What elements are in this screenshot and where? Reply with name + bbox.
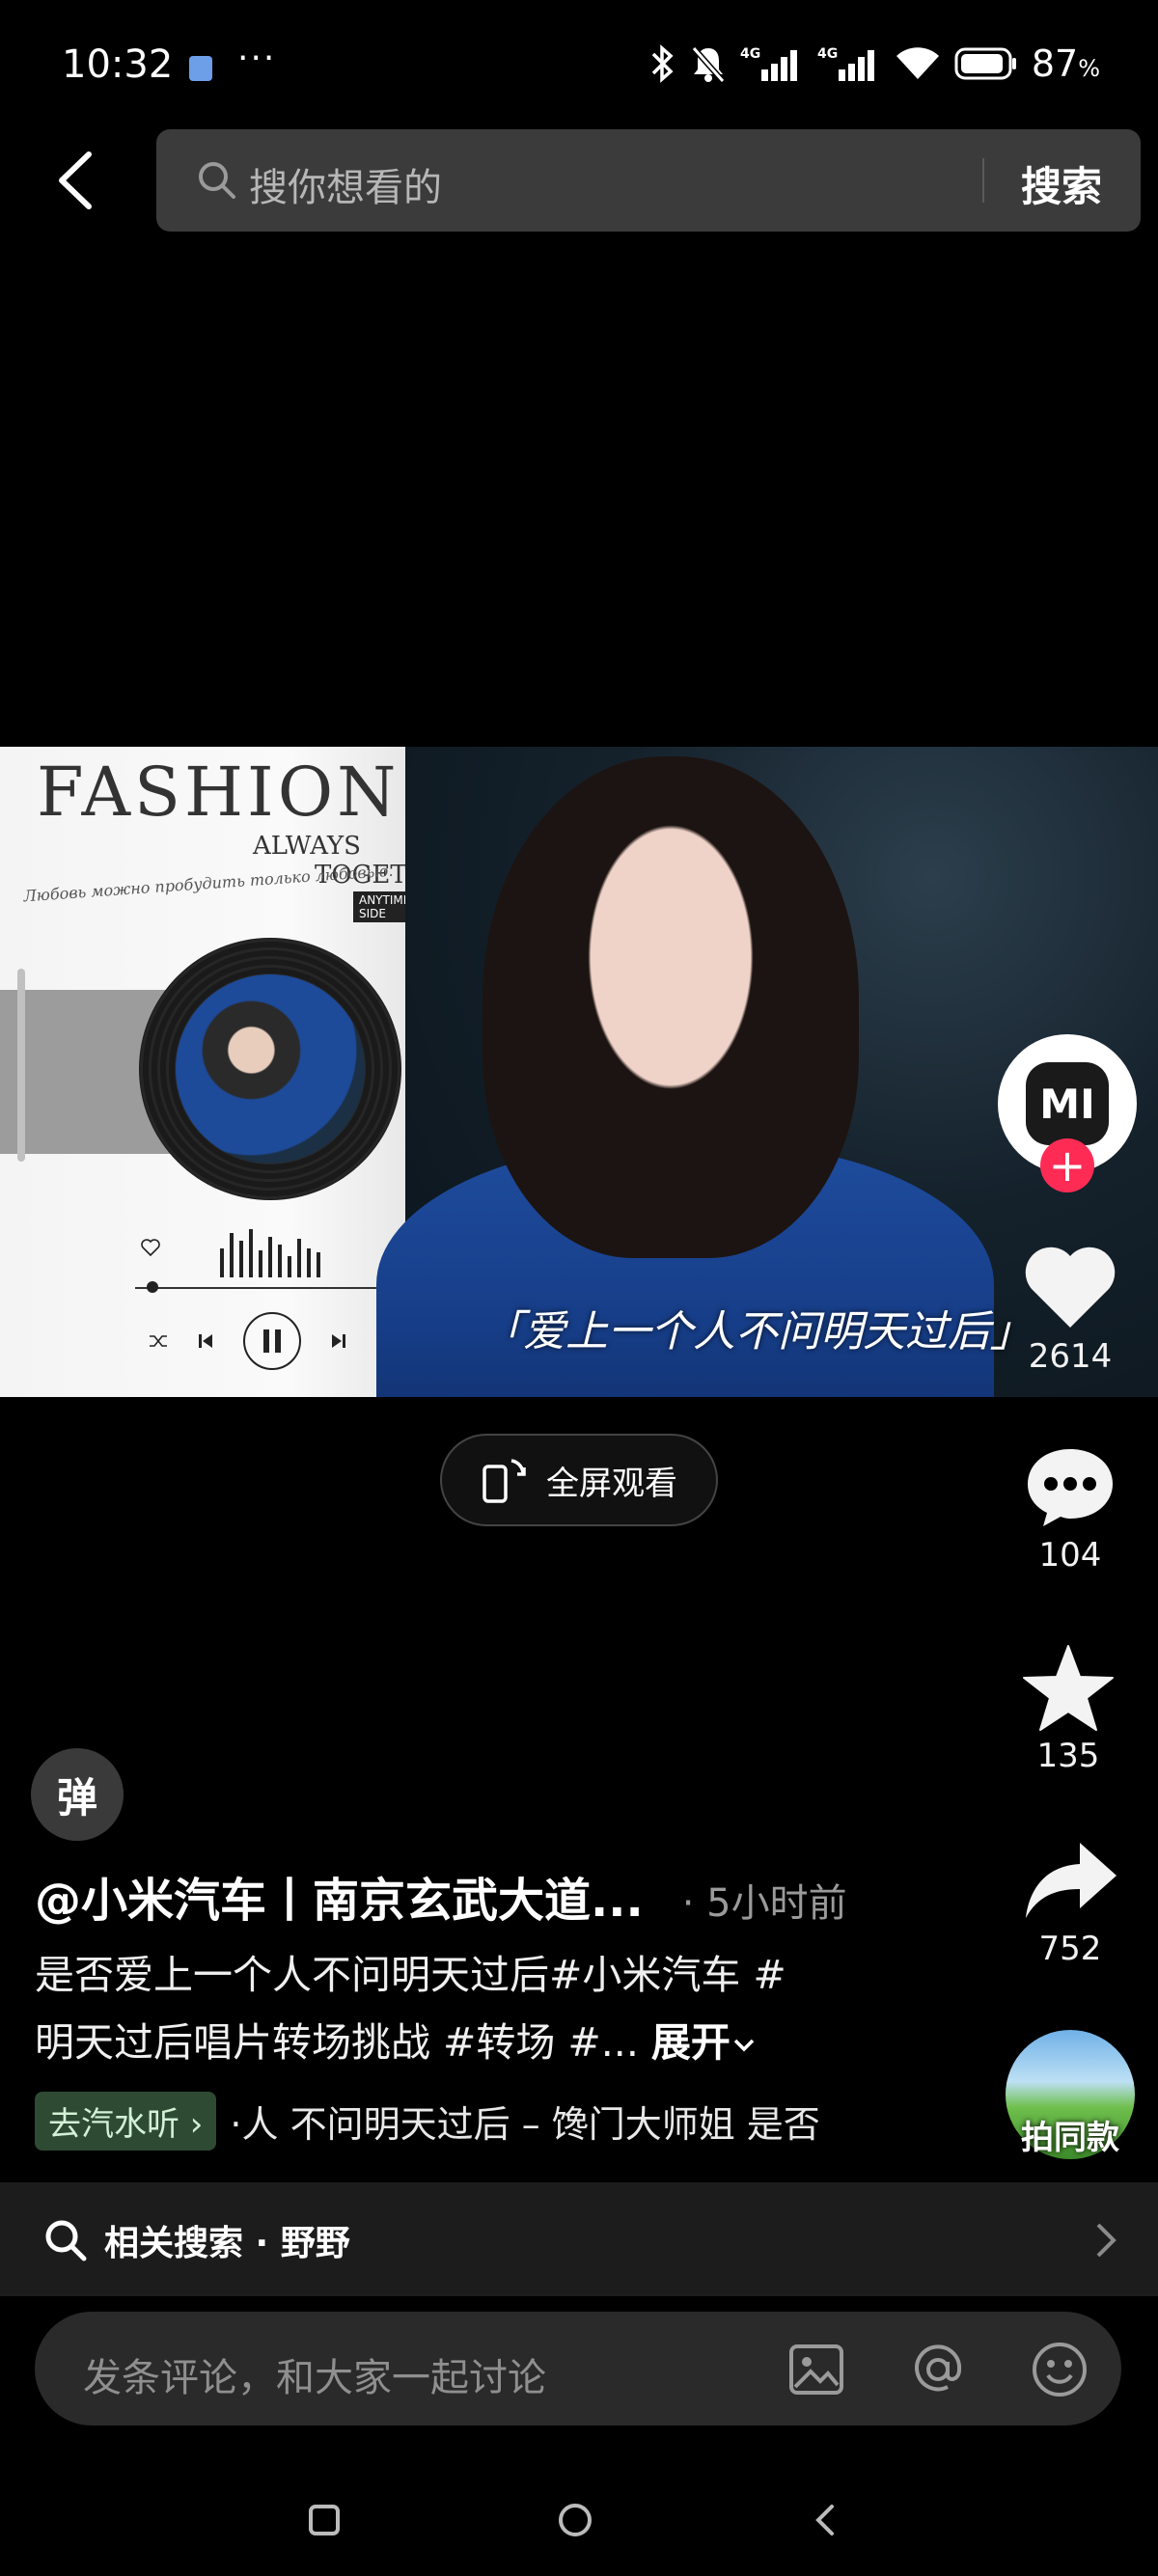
status-more-icon: ··· [237, 39, 277, 78]
equalizer-bars [220, 1229, 320, 1277]
same-style-label[interactable]: 拍同款 [994, 2111, 1146, 2158]
comment-button[interactable]: 104 [998, 1443, 1143, 1575]
related-search-bar[interactable]: 相关搜索 · 野野 [0, 2182, 1158, 2296]
status-time: 10:32 [62, 42, 174, 87]
emoji-icon[interactable] [1031, 2341, 1089, 2398]
battery-percent: 87% [1032, 42, 1100, 85]
post-time: · 5小时前 [681, 1881, 847, 1926]
home-circle-icon[interactable] [556, 2501, 594, 2539]
signal-4g-icon: 4G [740, 46, 797, 81]
app-notification-icon [189, 56, 212, 81]
progress-knob [147, 1281, 158, 1293]
star-icon [1023, 1645, 1114, 1731]
heart-outline-icon [141, 1239, 160, 1256]
description-line-2-text: 明天过后唱片转场挑战 #转场 #... [35, 2019, 639, 2066]
follow-button[interactable]: + [1040, 1138, 1094, 1192]
back-icon[interactable] [48, 147, 106, 214]
battery-level: 87 [1031, 42, 1079, 85]
system-navigation-bar [0, 2470, 1158, 2576]
danmaku-toggle-button[interactable]: 弹 [31, 1748, 124, 1841]
music-title: ·人 不问明天过后 – 馋门大师姐 是否 [230, 2102, 820, 2146]
comment-bar[interactable]: 发条评论，和大家一起讨论 [35, 2312, 1121, 2425]
at-mention-icon[interactable] [909, 2341, 967, 2398]
favorite-count: 135 [1036, 1737, 1100, 1775]
poster-script: Любовь можно пробудить только любовью. [22, 861, 394, 906]
status-indicators: 4G 4G 87% [649, 42, 1100, 85]
wifi-icon [896, 47, 939, 79]
mute-bell-icon [691, 46, 726, 83]
vinyl-photo [176, 974, 365, 1164]
search-icon [45, 2220, 87, 2261]
music-row[interactable]: 去汽水听 › ·人 不问明天过后 – 馋门大师姐 是否 [35, 2090, 901, 2151]
favorite-button[interactable]: 135 [996, 1644, 1141, 1775]
previous-icon [199, 1334, 212, 1348]
description-line-1: 是否爱上一个人不问明天过后#小米汽车 # [35, 1952, 786, 1998]
image-icon[interactable] [787, 2341, 845, 2398]
bluetooth-icon [651, 44, 674, 83]
post-description[interactable]: 是否爱上一个人不问明天过后#小米汽车 # 明天过后唱片转场挑战 #转场 #...… [35, 1941, 884, 2076]
battery-icon [954, 47, 1016, 80]
signal-4g-icon-2: 4G [817, 46, 874, 81]
video-player[interactable]: FASHION ALWAYS TOGETHER ANYTIME YOUR SID… [0, 747, 1158, 1397]
share-count: 752 [1038, 1930, 1102, 1968]
qishui-music-chip[interactable]: 去汽水听 › [35, 2091, 217, 2151]
chevron-right-icon [1096, 2223, 1117, 2258]
fullscreen-rotate-icon [482, 1459, 526, 1503]
like-button[interactable]: 2614 [998, 1245, 1143, 1376]
fullscreen-button[interactable]: 全屏观看 [440, 1434, 718, 1526]
comment-input[interactable]: 发条评论，和大家一起讨论 [83, 2346, 546, 2402]
comment-count: 104 [1038, 1536, 1102, 1575]
back-triangle-icon[interactable] [807, 2501, 845, 2539]
search-divider [982, 158, 984, 203]
poster-always: ALWAYS [253, 832, 361, 861]
search-icon [199, 162, 235, 199]
search-box[interactable]: 搜你想看的 搜索 [156, 129, 1141, 232]
fullscreen-label: 全屏观看 [546, 1464, 677, 1503]
share-button[interactable]: 752 [998, 1837, 1143, 1968]
vinyl-record [139, 938, 401, 1200]
poster-title: FASHION [37, 753, 400, 832]
author-name[interactable]: @小米汽车丨南京玄武大道... [35, 1874, 644, 1928]
comment-icon [1028, 1449, 1113, 1526]
pause-icon [243, 1312, 301, 1370]
next-icon [332, 1334, 345, 1348]
heart-icon [1025, 1247, 1116, 1328]
search-button[interactable]: 搜索 [1021, 154, 1102, 213]
svg-text:4G: 4G [740, 46, 760, 62]
shuffle-icon [150, 1335, 167, 1347]
related-search-label: 相关搜索 · 野野 [104, 2224, 350, 2263]
battery-unit: % [1078, 55, 1100, 82]
author-line: @小米汽车丨南京玄武大道... · 5小时前 [35, 1862, 847, 1930]
description-line-2: 明天过后唱片转场挑战 #转场 #... 展开 [35, 2009, 884, 2076]
xiaomi-logo-icon: MI [1026, 1062, 1109, 1145]
recents-square-icon[interactable] [305, 2501, 344, 2539]
chevron-down-icon [733, 2039, 755, 2052]
status-bar: 10:32 ··· 4G 4G 87% [0, 0, 1158, 125]
search-input[interactable]: 搜你想看的 [249, 156, 442, 212]
like-count: 2614 [1028, 1337, 1113, 1376]
expand-button[interactable]: 展开 [651, 2019, 731, 2066]
player-controls [149, 1312, 396, 1370]
progress-track [135, 1287, 405, 1289]
poster-grip [17, 969, 25, 1162]
svg-text:4G: 4G [817, 46, 838, 62]
person-head [482, 756, 859, 1258]
video-subtitle: 「爱上一个人不问明天过后」 [481, 1307, 1033, 1357]
share-arrow-icon [1026, 1843, 1117, 1918]
